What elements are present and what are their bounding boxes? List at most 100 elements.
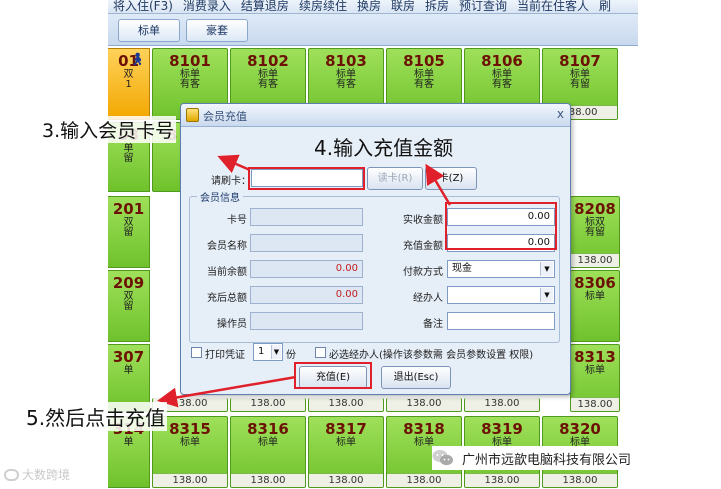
room-number: 8313 (574, 348, 616, 366)
copies-spinner[interactable]: 1 ▼ (253, 343, 283, 361)
watermark-right: 广州市远歆电脑科技有限公司 (432, 446, 708, 470)
room-status: 有留 (585, 227, 605, 238)
room-price: 138.00 (571, 253, 619, 267)
room-number: 8101 (169, 52, 211, 70)
exit-button[interactable]: 退出(Esc) (381, 366, 451, 389)
room-card[interactable]: 8317 标单 138.00 (308, 416, 384, 488)
payment-method-label: 付款方式 (403, 267, 443, 278)
operator-field[interactable] (250, 312, 363, 330)
member-info-group-title: 会员信息 (197, 189, 243, 204)
copies-unit: 份 (286, 350, 296, 361)
room-price-strip: 138.00 (230, 398, 306, 412)
menu-item-extend[interactable]: 续房续住 (294, 0, 352, 12)
room-status: 有留 (570, 79, 590, 90)
room-number: 8319 (481, 420, 523, 438)
room-price-strip: 138.00 (308, 398, 384, 412)
print-receipt-checkbox[interactable] (191, 347, 202, 358)
room-number: 8317 (325, 420, 367, 438)
after-total-field[interactable]: 0.00 (250, 286, 363, 304)
room-card[interactable]: 01 双 1 🚶︎ (108, 48, 150, 120)
menu-item-booking-query[interactable]: 预订查询 (454, 0, 512, 12)
room-price-strip: 138.00 (386, 398, 462, 412)
room-card[interactable]: 209 双 留 (108, 270, 150, 342)
menu-item-refresh[interactable]: 刷 (594, 0, 616, 12)
menu-item-checkout[interactable]: 结算退房 (236, 0, 294, 12)
highlight-swipe-card (248, 167, 365, 190)
menu-item-change-room[interactable]: 换房 (352, 0, 386, 12)
menu-item-checkin[interactable]: 将入住(F3) (108, 0, 178, 12)
room-type: 单 (123, 437, 134, 448)
chevron-down-icon[interactable]: ▼ (271, 345, 281, 359)
room-status: 有客 (258, 79, 278, 90)
room-number: 8320 (559, 420, 601, 438)
handler-select[interactable]: ▼ (447, 286, 555, 304)
room-card[interactable]: 8306 标单 (570, 270, 620, 342)
copies-value: 1 (258, 346, 265, 357)
room-card[interactable]: 8316 标单 138.00 (230, 416, 306, 488)
room-card[interactable]: 201 双 留 (108, 196, 150, 268)
menu-item-current-guests[interactable]: 当前在住客人 (512, 0, 594, 12)
member-name-label: 会员名称 (207, 241, 247, 252)
watermark-left: 大数跨境 (4, 466, 70, 483)
annotation-step-5: 5.然后点击充值 (24, 402, 168, 431)
room-number: 8316 (247, 420, 289, 438)
room-type-tabs: 标单 豪套 (108, 14, 638, 46)
watermark-logo-icon (4, 469, 19, 481)
menu-item-split-room[interactable]: 拆房 (420, 0, 454, 12)
room-type: 标单 (180, 437, 200, 448)
company-name: 广州市远歆电脑科技有限公司 (462, 453, 632, 468)
tab-deluxe-suite[interactable]: 豪套 (186, 19, 248, 42)
room-number: 8106 (481, 52, 523, 70)
chevron-down-icon[interactable]: ▼ (540, 288, 553, 302)
room-price: 138.00 (309, 398, 383, 411)
tab-standard-single[interactable]: 标单 (118, 19, 180, 42)
card-no-field[interactable] (250, 208, 363, 226)
room-price: 138.00 (465, 473, 539, 487)
room-status: 有客 (180, 79, 200, 90)
payment-method-select[interactable]: 现金 ▼ (447, 260, 555, 278)
room-status: 留 (123, 301, 134, 312)
room-number: 8107 (559, 52, 601, 70)
room-number: 201 (112, 200, 145, 218)
guest-person-icon: 🚶︎ (129, 52, 145, 66)
room-status: 1 (125, 79, 132, 90)
must-handler-checkbox[interactable] (315, 347, 326, 358)
room-number: 8102 (247, 52, 289, 70)
room-card[interactable]: 8313 标单 138.00 (570, 344, 620, 412)
room-type: 单 (123, 365, 134, 376)
recharge-amount-label: 充值金额 (403, 241, 443, 252)
menu-item-consume[interactable]: 消费录入 (178, 0, 236, 12)
remark-input[interactable] (447, 312, 555, 330)
payment-method-value: 现金 (452, 263, 472, 274)
room-number: 8318 (403, 420, 445, 438)
card-button[interactable]: 卡(Z) (425, 167, 477, 190)
print-receipt-label: 打印凭证 (205, 350, 245, 361)
read-card-button[interactable]: 读卡(R) (367, 167, 423, 190)
must-handler-label: 必选经办人(操作该参数需 会员参数设置 权限) (329, 350, 534, 361)
handler-label: 经办人 (413, 293, 443, 304)
room-number: 307 (112, 348, 145, 366)
room-status: 留 (123, 153, 134, 164)
screenshot-stage: 将入住(F3) 消费录入 结算退房 续房续住 换房 联房 拆房 预订查询 当前在住客人刷 标单 … (0, 0, 721, 489)
highlight-recharge-button (294, 362, 372, 389)
menu-item-link-room[interactable]: 联房 (386, 0, 420, 12)
balance-field[interactable]: 0.00 (250, 260, 363, 278)
room-number: 8103 (325, 52, 367, 70)
room-type: 标单 (336, 437, 356, 448)
room-card[interactable]: 8208 标双 有留 138.00 (570, 196, 620, 268)
close-icon[interactable]: x (557, 107, 564, 121)
room-number: 8105 (403, 52, 445, 70)
room-number: 209 (112, 274, 145, 292)
room-price: 138.00 (465, 398, 539, 411)
balance-label: 当前余额 (207, 267, 247, 278)
room-status: 有客 (414, 79, 434, 90)
chevron-down-icon[interactable]: ▼ (540, 262, 553, 276)
room-price-strip: 138.00 (464, 398, 540, 412)
dialog-titlebar[interactable]: 会员充值 x (181, 104, 570, 127)
watermark-left-text: 大数跨境 (22, 468, 71, 482)
room-price: 138.00 (153, 473, 227, 487)
wechat-icon (432, 450, 453, 466)
member-name-field[interactable] (250, 234, 363, 252)
highlight-amount-fields (445, 202, 557, 250)
room-status: 留 (123, 227, 134, 238)
